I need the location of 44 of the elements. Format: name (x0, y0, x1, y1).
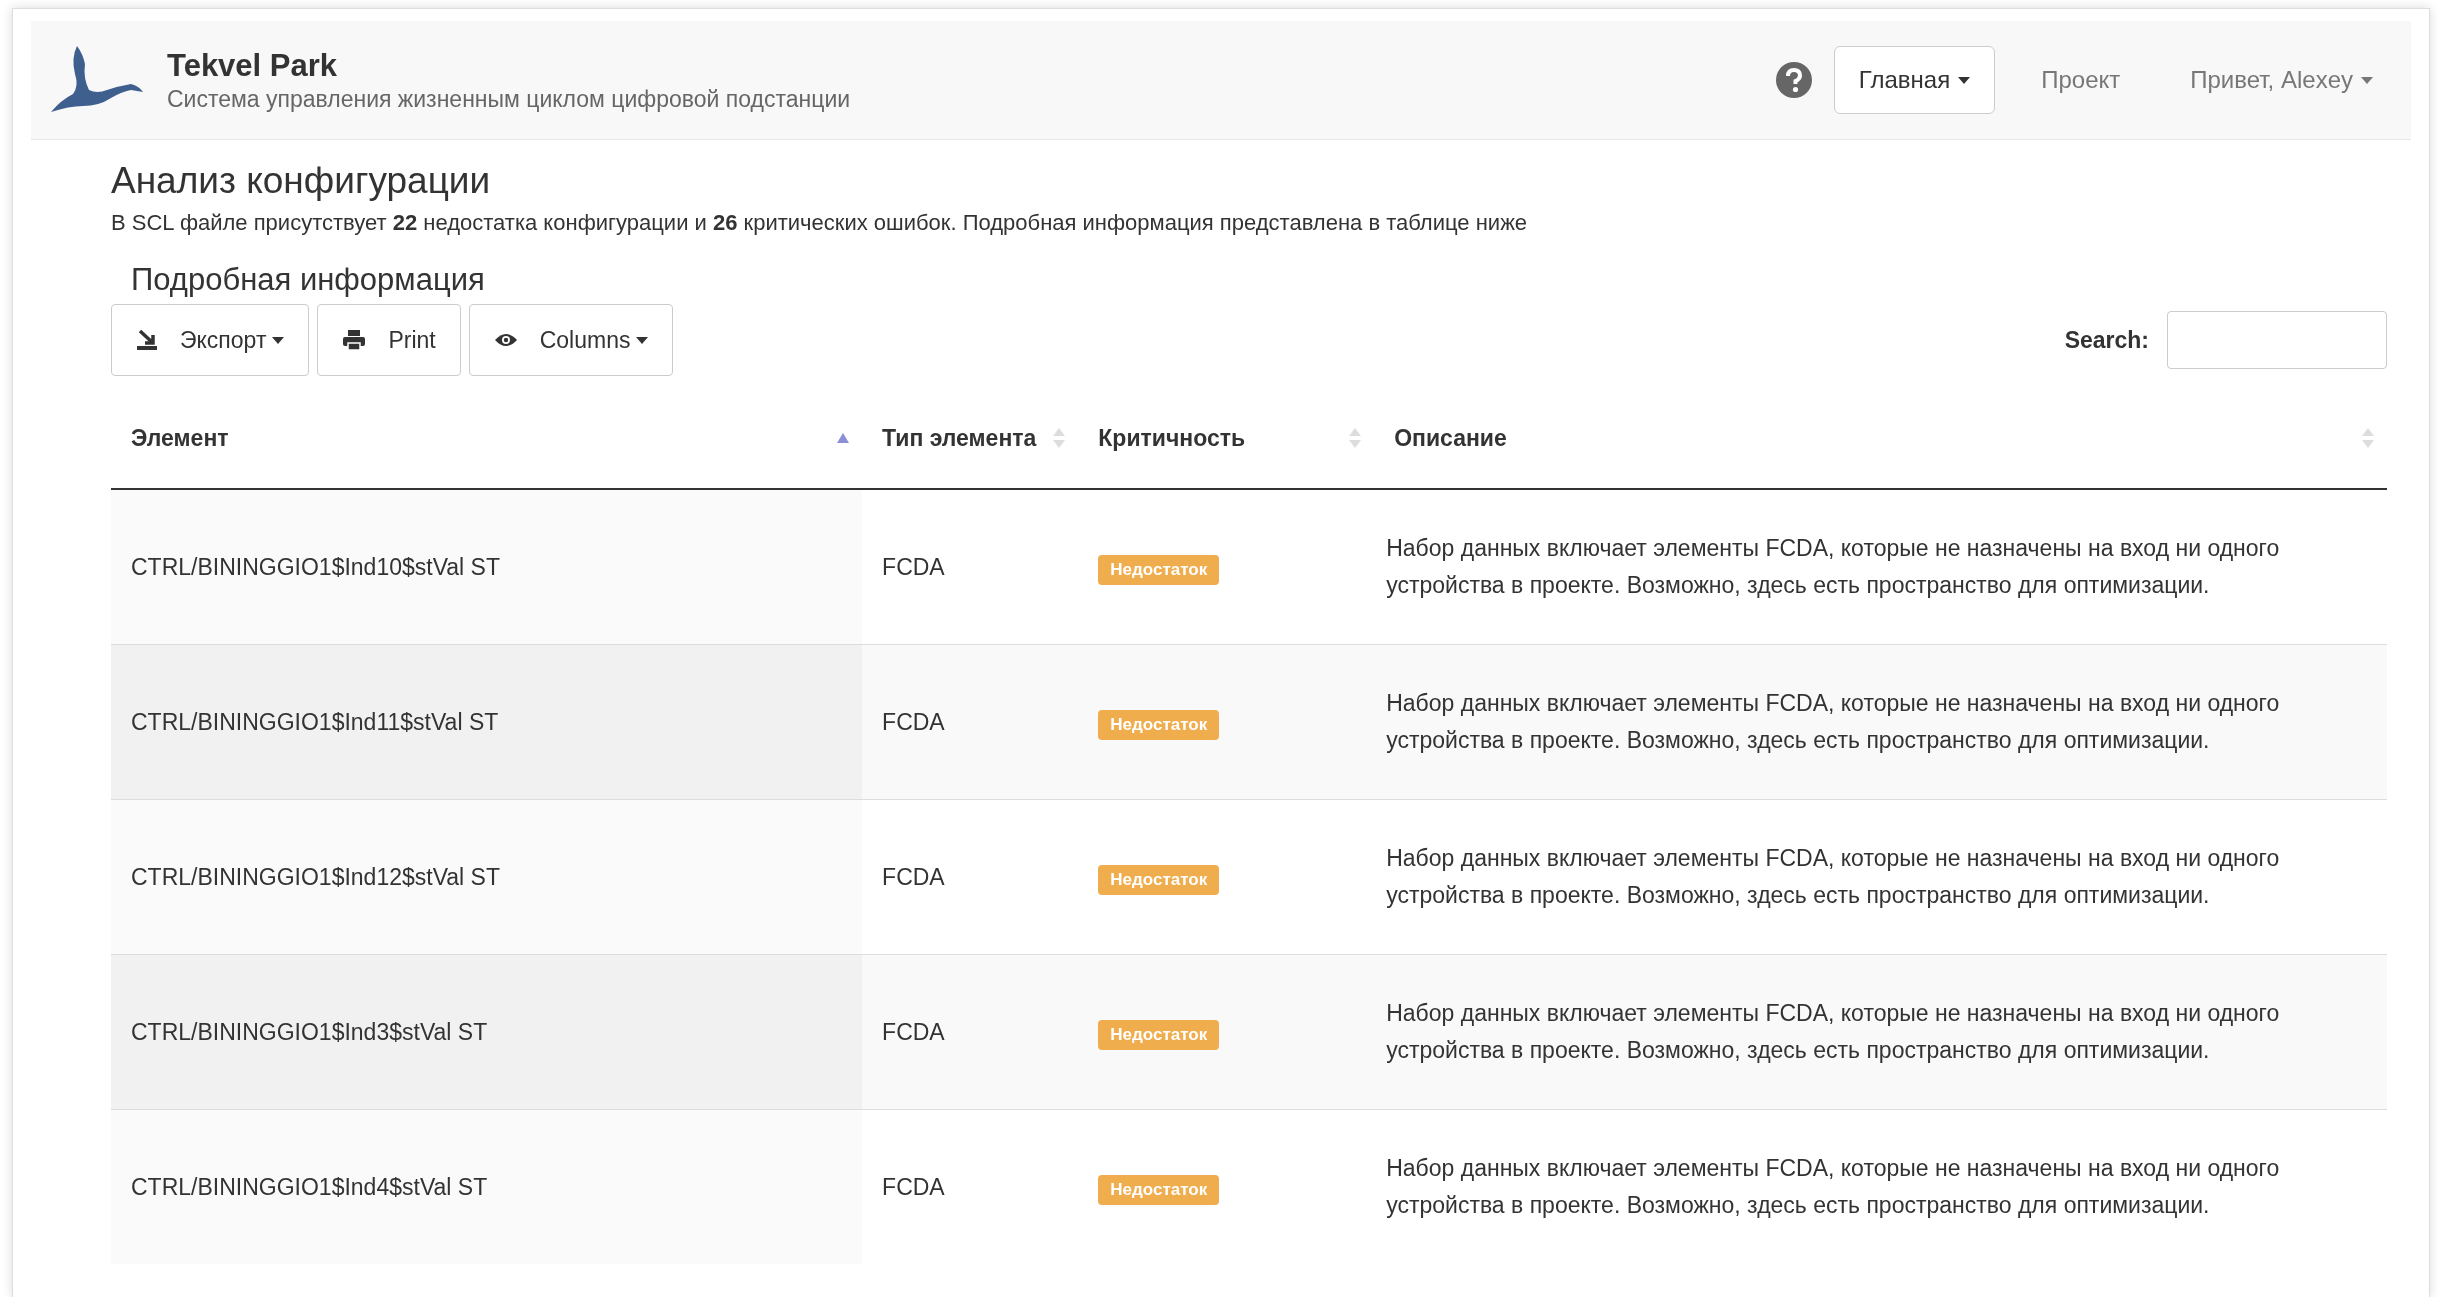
table-cell: CTRL/BININGGIO1$Ind11$stVal ST (111, 644, 863, 800)
caret-icon (636, 336, 649, 344)
search-field[interactable] (2167, 311, 2387, 369)
nav-dropdown-button[interactable]: Главная (1833, 46, 1996, 114)
app-subtitle: Система управления жизненным циклом цифровой подстанции (167, 85, 851, 113)
printer-icon (342, 329, 367, 351)
eye-icon (493, 332, 518, 348)
search-label: Search: (2064, 326, 2149, 354)
caret-icon (1958, 76, 1971, 84)
user-menu-link[interactable]: Привет, Alexey (2166, 66, 2397, 94)
table-cell: CTRL/BININGGIO1$Ind10$stVal ST (111, 489, 863, 645)
table-cell: FCDA (862, 489, 1079, 645)
table-cell: CTRL/BININGGIO1$Ind12$stVal ST (111, 799, 863, 955)
export-button[interactable]: Экспорт (111, 304, 310, 376)
table-cell: FCDA (862, 1109, 1079, 1264)
severity-badge: Недостаток (1098, 554, 1220, 585)
table-cell: Набор данных включает элементы FCDA, которые не назначены на вход ни одного устройства в проекте. Возможно, здесь есть пространство для оптимизации. (1374, 644, 2387, 800)
severity-badge: Недостаток (1098, 1019, 1220, 1050)
table-cell: Набор данных включает элементы FCDA, которые не назначены на вход ни одного устройства в проекте. Возможно, здесь есть пространство для оптимизации. (1374, 489, 2387, 645)
table-cell: FCDA (862, 799, 1079, 955)
columns-button[interactable]: Columns (468, 304, 674, 376)
table-cell: FCDA (862, 954, 1079, 1110)
table-cell: Набор данных включает элементы FCDA, которые не назначены на вход ни одного устройства в проекте. Возможно, здесь есть пространство для оптимизации. (1374, 954, 2387, 1110)
help-icon[interactable] (1775, 62, 1812, 98)
severity-badge: Недостаток (1098, 709, 1220, 740)
caret-icon (272, 336, 285, 344)
sort-icon[interactable] (1052, 427, 1067, 449)
print-button[interactable]: Print (317, 304, 461, 376)
sort-icon[interactable] (2361, 427, 2375, 449)
severity-badge: Недостаток (1098, 864, 1220, 895)
app-title: Tekvel Park (167, 47, 339, 84)
table-cell: Набор данных включает элементы FCDA, которые не назначены на вход ни одного устройства в проекте. Возможно, здесь есть пространство для оптимизации. (1374, 799, 2387, 955)
table-cell: FCDA (862, 644, 1079, 800)
table-cell: CTRL/BININGGIO1$Ind3$stVal ST (111, 954, 863, 1110)
table-cell: CTRL/BININGGIO1$Ind4$stVal ST (111, 1109, 863, 1264)
download-tray-icon (136, 329, 158, 351)
sort-icon[interactable] (836, 432, 851, 444)
sort-icon[interactable] (1348, 427, 1363, 449)
section-heading: Подробная информация (131, 262, 486, 298)
caret-icon (2361, 76, 2373, 84)
page-title: Анализ конфигурации (111, 160, 492, 202)
nav-link[interactable]: Проект (2017, 66, 2145, 94)
summary-text: В SCL файле присутствует 22 недостатка конфигурации и 26 критических ошибок. Подробная информация представлена в таблице ниже (111, 210, 1529, 236)
severity-badge: Недостаток (1098, 1174, 1220, 1205)
